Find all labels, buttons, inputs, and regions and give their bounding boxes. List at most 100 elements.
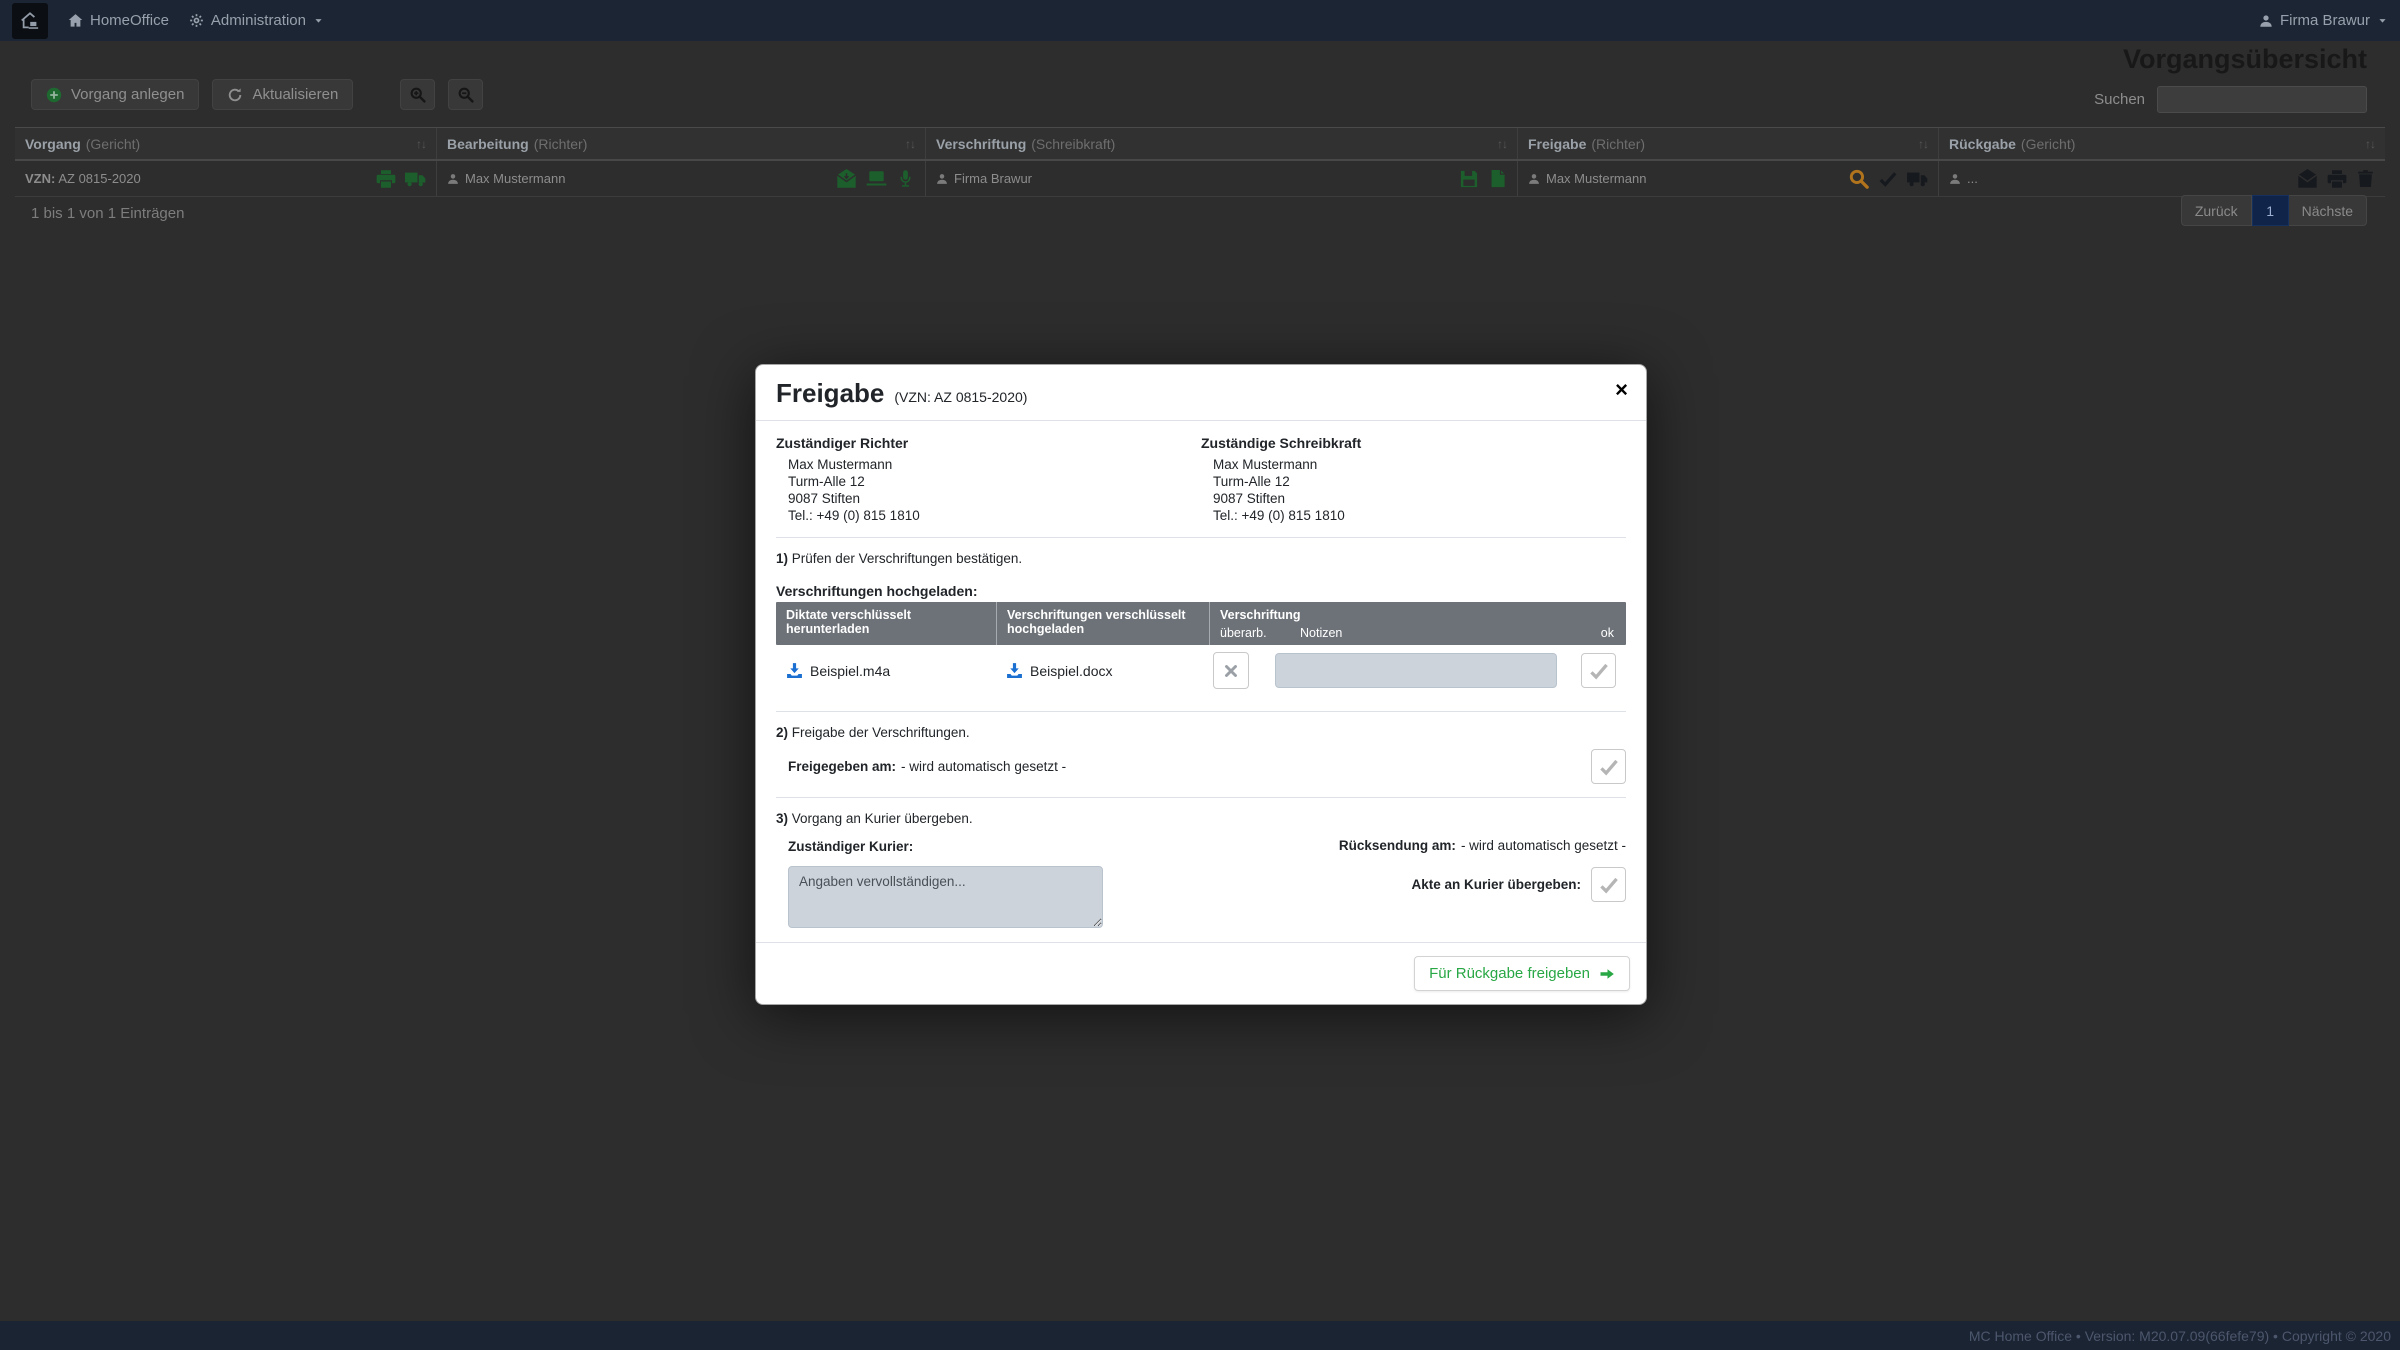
notizen-input[interactable] <box>1275 653 1557 688</box>
check-icon <box>1598 874 1620 896</box>
upload-table-title: Verschriftungen hochgeladen: <box>776 583 1626 599</box>
file-icon[interactable] <box>1488 169 1507 188</box>
schreibkraft-heading: Zuständige Schreibkraft <box>1201 435 1626 451</box>
inbox-icon[interactable] <box>2297 168 2318 189</box>
user-menu[interactable]: Firma Brawur <box>2259 12 2388 29</box>
col-ueberarb: überarb. <box>1220 626 1300 640</box>
search-icon[interactable] <box>1848 168 1869 189</box>
person-icon <box>1528 173 1540 185</box>
create-vorgang-button[interactable]: Vorgang anlegen <box>31 79 199 110</box>
zoom-in-button[interactable] <box>400 79 435 110</box>
column-label: Freigabe <box>1528 136 1586 152</box>
column-header-vorgang[interactable]: Vorgang (Gericht) ↑↓ <box>15 128 436 159</box>
schreibkraft-contact: Zuständige Schreibkraft Max Mustermann T… <box>1201 435 1626 524</box>
plus-circle-icon <box>46 87 62 103</box>
col-ok: ok <box>1580 626 1616 640</box>
cell-freigabe: Max Mustermann <box>1517 161 1938 196</box>
zoom-out-icon <box>457 86 474 103</box>
person-icon <box>1949 173 1961 185</box>
house-icon <box>68 13 83 28</box>
table-header-row: Vorgang (Gericht) ↑↓ Bearbeitung (Richte… <box>15 127 2385 161</box>
laptop-icon[interactable] <box>866 168 887 189</box>
freigegeben-am-value: - wird automatisch gesetzt - <box>901 759 1066 774</box>
vzn-value: AZ 0815-2020 <box>58 171 140 186</box>
schreibkraft-city: 9087 Stiften <box>1201 490 1626 507</box>
column-label: Verschriftung <box>936 136 1026 152</box>
printer-icon[interactable] <box>2327 169 2347 189</box>
column-header-verschriftung[interactable]: Verschriftung (Schreibkraft) ↑↓ <box>925 128 1517 159</box>
sort-icon: ↑↓ <box>1497 137 1507 151</box>
download-doc-link[interactable]: Beispiel.docx <box>1030 663 1113 679</box>
zoom-out-button[interactable] <box>448 79 483 110</box>
divider <box>776 797 1626 798</box>
refresh-button[interactable]: Aktualisieren <box>212 79 353 110</box>
contacts: Zuständiger Richter Max Mustermann Turm-… <box>776 435 1626 524</box>
freigabe-check-button[interactable] <box>1591 749 1626 784</box>
column-sublabel: (Richter) <box>1591 136 1645 152</box>
pagination-prev-button[interactable]: Zurück <box>2181 195 2252 226</box>
download-icon <box>1006 662 1023 679</box>
col-verschriftung: Verschriftung <box>1220 608 1616 622</box>
user-menu-label: Firma Brawur <box>2280 12 2370 29</box>
richter-name: Max Mustermann <box>776 456 1201 473</box>
pagination-page-1[interactable]: 1 <box>2252 195 2289 226</box>
inbox-icon[interactable] <box>836 168 857 189</box>
column-header-bearbeitung[interactable]: Bearbeitung (Richter) ↑↓ <box>436 128 925 159</box>
reject-button[interactable] <box>1213 652 1249 689</box>
ok-check-button[interactable] <box>1581 653 1616 688</box>
schreibkraft-name: Max Mustermann <box>1201 456 1626 473</box>
kurier-block: Zuständiger Kurier: <box>776 838 1116 928</box>
bearbeitung-user: Max Mustermann <box>465 171 565 186</box>
person-icon <box>936 173 948 185</box>
schreibkraft-street: Turm-Alle 12 <box>1201 473 1626 490</box>
app-footer: MC Home Office • Version: M20.07.09(66fe… <box>0 1321 2400 1350</box>
column-label: Vorgang <box>25 136 81 152</box>
pagination-next-button[interactable]: Nächste <box>2289 195 2367 226</box>
truck-icon[interactable] <box>1907 168 1928 189</box>
kurier-label: Zuständiger Kurier: <box>788 839 913 854</box>
diktat-file-cell: Beispiel.m4a <box>776 662 996 679</box>
akte-check-button[interactable] <box>1591 867 1626 902</box>
ruecksendung-value: - wird automatisch gesetzt - <box>1461 838 1626 853</box>
check-icon[interactable] <box>1878 169 1898 189</box>
x-icon <box>1222 662 1240 680</box>
freigabe-modal: Freigabe (VZN: AZ 0815-2020) × Zuständig… <box>755 364 1647 1005</box>
freigegeben-am-label: Freigegeben am: <box>788 759 896 774</box>
submit-freigabe-button[interactable]: Für Rückgabe freigeben <box>1414 956 1630 991</box>
save-icon[interactable] <box>1459 169 1479 189</box>
column-header-rueckgabe[interactable]: Rückgabe (Gericht) ↑↓ <box>1938 128 2385 159</box>
col-notizen: Notizen <box>1300 626 1580 640</box>
column-sublabel: (Gericht) <box>86 136 140 152</box>
download-audio-link[interactable]: Beispiel.m4a <box>810 663 890 679</box>
app-logo[interactable] <box>12 3 48 39</box>
microphone-icon[interactable] <box>896 169 915 188</box>
printer-icon[interactable] <box>376 169 396 189</box>
schreibkraft-phone: Tel.: +49 (0) 815 1810 <box>1201 507 1626 524</box>
nav-administration[interactable]: Administration <box>189 12 324 29</box>
step2-text: 2) Freigabe der Verschriftungen. <box>776 725 1626 740</box>
zoom-in-icon <box>409 86 426 103</box>
nav-homeoffice-label: HomeOffice <box>90 12 169 29</box>
sort-icon: ↑↓ <box>905 137 915 151</box>
freigabe-user: Max Mustermann <box>1546 171 1646 186</box>
navbar: HomeOffice Administration Firma Brawur <box>0 0 2400 41</box>
richter-heading: Zuständiger Richter <box>776 435 1201 451</box>
nav-homeoffice[interactable]: HomeOffice <box>68 12 169 29</box>
truck-icon[interactable] <box>405 168 426 189</box>
column-header-freigabe[interactable]: Freigabe (Richter) ↑↓ <box>1517 128 1938 159</box>
caret-down-icon <box>313 15 324 26</box>
search-input[interactable] <box>2157 86 2367 113</box>
table-row: VZN: AZ 0815-2020 Max Mustermann Firma B… <box>15 161 2385 197</box>
step3-label: Vorgang an Kurier übergeben. <box>792 811 973 826</box>
check-icon <box>1588 660 1610 682</box>
close-icon[interactable]: × <box>1611 375 1632 405</box>
modal-header: Freigabe (VZN: AZ 0815-2020) × <box>756 365 1646 421</box>
ruecksendung-block: Rücksendung am: - wird automatisch geset… <box>1116 838 1626 928</box>
modal-subtitle: (VZN: AZ 0815-2020) <box>894 389 1027 405</box>
column-sublabel: (Schreibkraft) <box>1031 136 1115 152</box>
step3-number: 3) <box>776 811 788 826</box>
ruecksendung-label: Rücksendung am: <box>1339 838 1456 853</box>
entries-info: 1 bis 1 von 1 Einträgen <box>31 205 184 222</box>
trash-icon[interactable] <box>2356 169 2375 188</box>
kurier-textarea[interactable] <box>788 866 1103 928</box>
